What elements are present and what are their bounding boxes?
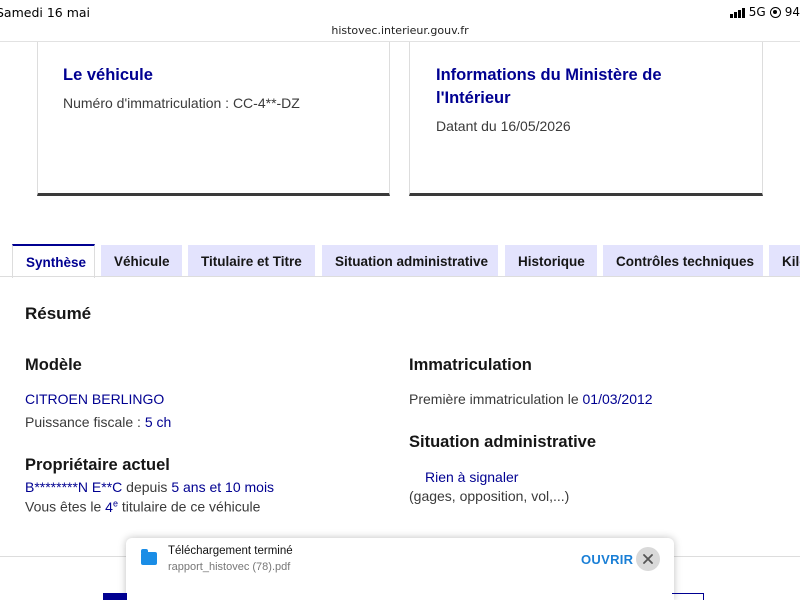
registration-heading: Immatriculation — [409, 356, 532, 374]
owner-rank-value: 4e — [105, 498, 118, 515]
admin-situation-details: (gages, opposition, vol,...) — [409, 488, 570, 504]
ministry-date: Datant du 16/05/2026 — [436, 118, 571, 134]
owner-line: B********N E**C depuis 5 ans et 10 mois — [25, 479, 274, 495]
tab-vehicule[interactable]: Véhicule — [101, 245, 182, 277]
tab-situation-administrative[interactable]: Situation administrative — [322, 245, 498, 277]
open-button[interactable]: OUVRIR — [581, 552, 633, 567]
status-time: Samedi 16 mai — [0, 5, 91, 20]
address-bar-url[interactable]: histovec.interieur.gouv.fr — [0, 24, 800, 37]
tab-kilometrage[interactable]: Kilo — [769, 245, 800, 277]
download-toast: Téléchargement terminé rapport_histovec … — [126, 538, 674, 600]
first-registration-label: Première immatriculation le — [409, 391, 579, 407]
fiscal-power-label: Puissance fiscale : — [25, 414, 141, 430]
close-icon[interactable] — [636, 547, 660, 571]
network-type: 5G — [748, 5, 766, 19]
admin-situation-heading: Situation administrative — [409, 433, 597, 451]
owner-since-value: 5 ans et 10 mois — [171, 479, 275, 495]
tab-controles-techniques[interactable]: Contrôles techniques — [603, 245, 763, 277]
cellular-signal-icon — [729, 7, 745, 18]
owner-rank: Vous êtes le 4e titulaire de ce véhicule — [25, 498, 260, 515]
vehicle-card-title: Le véhicule — [63, 66, 153, 84]
owner-since-label: depuis — [126, 479, 168, 495]
owner-rank-sup: e — [112, 498, 118, 508]
download-toast-title: Téléchargement terminé — [168, 545, 293, 557]
ministry-card-title-line1: Informations du Ministère de — [436, 66, 662, 84]
fiscal-power-value: 5 ch — [144, 414, 172, 430]
plate-number: Numéro d'immatriculation : CC-4**-DZ — [63, 95, 300, 111]
first-registration-date: 01/03/2012 — [582, 391, 653, 407]
fiscal-power: Puissance fiscale : 5 ch — [25, 414, 171, 430]
owner-rank-prefix: Vous êtes le — [25, 498, 102, 515]
owner-rank-number: 4 — [105, 498, 113, 515]
model-name: CITROEN BERLINGO — [25, 391, 165, 407]
owner-name: B********N E**C — [25, 479, 123, 495]
vehicle-card: Le véhicule Numéro d'immatriculation : C… — [37, 42, 390, 196]
tab-bar: Synthèse Véhicule Titulaire et Titre Sit… — [0, 244, 800, 278]
admin-situation-status: Rien à signaler — [425, 469, 519, 485]
vpn-icon — [769, 6, 781, 18]
owner-heading: Propriétaire actuel — [25, 456, 170, 474]
tab-synthese[interactable]: Synthèse — [12, 244, 95, 278]
first-registration: Première immatriculation le 01/03/2012 — [409, 391, 653, 407]
status-indicators: 5G 94 — [729, 5, 800, 19]
tab-titulaire-et-titre[interactable]: Titulaire et Titre — [188, 245, 315, 277]
download-file-name[interactable]: rapport_histovec (78).pdf — [168, 561, 290, 573]
bottom-button-outline-fragment — [672, 593, 704, 600]
battery-level: 94 — [784, 5, 800, 19]
ministry-card: Informations du Ministère de l'Intérieur… — [409, 42, 763, 196]
folder-icon — [141, 549, 157, 565]
summary-heading: Résumé — [25, 304, 92, 323]
ministry-card-title-line2: l'Intérieur — [436, 89, 511, 107]
bottom-button-fragment — [103, 593, 127, 600]
tab-historique[interactable]: Historique — [505, 245, 597, 277]
model-heading: Modèle — [25, 356, 82, 374]
owner-rank-suffix: titulaire de ce véhicule — [121, 498, 261, 515]
